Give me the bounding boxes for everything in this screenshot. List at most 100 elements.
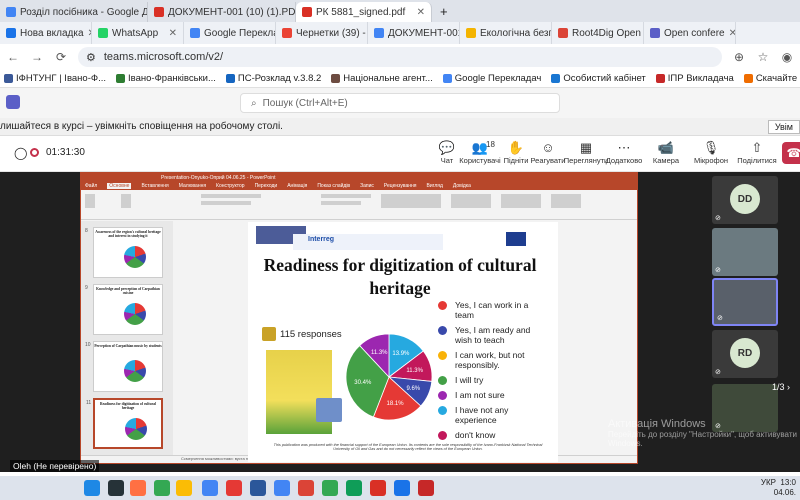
close-icon[interactable]: ✕ (169, 28, 177, 39)
browser-tab[interactable]: Root4Dig Open C✕ (552, 22, 644, 44)
ppt-menu-item[interactable]: Файл (85, 183, 97, 189)
control-label: Реагувати (530, 156, 566, 165)
profile-icon[interactable]: ◉ (780, 50, 794, 64)
muted-mic-icon: ⊘ (717, 315, 723, 322)
tab-label: РК 5881_signed.pdf (316, 6, 406, 18)
bookmark-item[interactable]: Особистий кабінет (551, 73, 646, 84)
slide-thumbnail[interactable]: 8 Awareness of the region's cultural heri… (85, 227, 163, 278)
browser-tab[interactable]: Google Перекладач✕ (184, 22, 276, 44)
taskbar-app-icon[interactable] (250, 480, 266, 496)
ppt-menu-item[interactable]: Вигляд (427, 183, 443, 189)
taskbar-app-icon[interactable] (154, 480, 170, 496)
bookmark-label: ПС-Розклад v.3.8.2 (237, 73, 322, 84)
ppt-menu-item[interactable]: Довідка (453, 183, 471, 189)
browser-tab-strip: Розділ посібника - Google Доку✕ДОКУМЕНТ-… (0, 0, 800, 22)
forward-icon[interactable]: → (30, 50, 44, 64)
tab-label: Google Перекладач (204, 27, 275, 39)
react-icon: ☺ (541, 140, 555, 155)
legend-label: I can work, but not responsibly. (455, 350, 525, 370)
leave-button[interactable]: ☎ (782, 142, 800, 164)
react-control[interactable]: ☺ Реагувати (528, 140, 568, 165)
legend-swatch (438, 431, 447, 440)
ppt-menu-item[interactable]: Показ слайдів (317, 183, 350, 189)
legend-swatch (438, 391, 447, 400)
participant-tile[interactable]: ⊘ (712, 228, 778, 276)
ppt-menu-item[interactable]: Запис (360, 183, 374, 189)
ppt-menu-item[interactable]: Переходи (255, 183, 278, 189)
taskbar-app-icon[interactable] (274, 480, 290, 496)
bookmark-item[interactable]: ІФНТУНГ | Івано-Ф... (4, 73, 106, 84)
windows-activation-watermark: Активація Windows Перейдіть до розділу "… (608, 418, 797, 448)
browser-tab[interactable]: РК 5881_signed.pdf ✕ (296, 2, 432, 22)
windows-taskbar: УКР 13:0 04.06. (0, 476, 800, 500)
star-icon[interactable]: ☆ (756, 50, 770, 64)
taskbar-app-icon[interactable] (202, 480, 218, 496)
participant-tile[interactable]: RD ⊘ (712, 330, 778, 378)
browser-tab[interactable]: Нова вкладка✕ (0, 22, 92, 44)
legend-item: I am not sure (438, 390, 548, 400)
bookmark-item[interactable]: ПС-Розклад v.3.8.2 (225, 73, 322, 84)
taskbar-app-icon[interactable] (346, 480, 362, 496)
search-input[interactable]: ⌕ Пошук (Ctrl+Alt+E) (240, 93, 560, 113)
bookmark-item[interactable]: Національне агент... (331, 73, 433, 84)
ppt-menu-item[interactable]: Рецензування (384, 183, 417, 189)
close-icon[interactable]: ✕ (417, 7, 425, 18)
ppt-menu-item[interactable]: Конструктор (216, 183, 245, 189)
taskbar-app-icon[interactable] (370, 480, 386, 496)
bookmark-label: Особистий кабінет (563, 73, 646, 84)
taskbar-app-icon[interactable] (176, 480, 192, 496)
bookmark-item[interactable]: Скачайте ваш пере... (743, 73, 800, 84)
mic-control[interactable]: 🎙 Мікрофон (691, 140, 731, 165)
browser-tab[interactable]: Розділ посібника - Google Доку✕ (0, 2, 148, 22)
browser-tab[interactable]: ДОКУМЕНТ-001 (10) (1).PDF✕ (148, 2, 296, 22)
control-label: Мікрофон (693, 156, 729, 165)
share-control[interactable]: ⇧ Поділитися (737, 140, 777, 165)
enable-notifications-button[interactable]: Увім (767, 119, 800, 134)
site-info-icon[interactable]: ⚙ (86, 51, 96, 64)
slide-thumbnail[interactable]: 10 Perception of Carpathian music by stud… (85, 341, 163, 392)
control-label: Додатково (605, 156, 643, 165)
new-tab-icon[interactable]: + (432, 4, 456, 19)
bookmark-item[interactable]: Google Перекладач (442, 73, 541, 84)
camera-control[interactable]: 📹 Камера (646, 140, 686, 165)
gallery-pager[interactable]: 1/3 › (772, 382, 790, 392)
ppt-menu-item[interactable]: Основне (107, 183, 132, 189)
pie-data-label: 11.3% (371, 350, 388, 356)
install-icon[interactable]: ⊕ (732, 50, 746, 64)
slide-thumbnails: 8 Awareness of the region's cultural heri… (81, 221, 173, 457)
view-control[interactable]: ▦ Переглянути (564, 140, 608, 165)
taskbar-app-icon[interactable] (84, 480, 100, 496)
close-icon[interactable]: ✕ (729, 28, 735, 39)
browser-tab[interactable]: Чернетки (39) - ✕ (276, 22, 368, 44)
ppt-ribbon (81, 190, 637, 220)
taskbar-app-icon[interactable] (394, 480, 410, 496)
tab-favicon-icon (302, 7, 312, 17)
slide-thumbnail[interactable]: 9 Knowledge and perception of Carpathian … (85, 284, 163, 335)
browser-tab[interactable]: Open confere ✕ (644, 22, 736, 44)
tab-favicon-icon (6, 28, 16, 38)
browser-tab[interactable]: ДОКУМЕНТ-001✕ (368, 22, 460, 44)
participant-tile[interactable]: DD ⊘ (712, 176, 778, 224)
taskbar-app-icon[interactable] (298, 480, 314, 496)
participant-tile[interactable]: ⊘ (712, 278, 778, 326)
url-field[interactable]: ⚙ teams.microsoft.com/v2/ (78, 47, 722, 67)
slide-thumbnail[interactable]: 11 Readiness for digitization of cultural… (86, 398, 163, 449)
reload-icon[interactable]: ⟳ (54, 50, 68, 64)
forms-logo-icon (262, 327, 276, 341)
ppt-menu-item[interactable]: Вставлення (141, 183, 168, 189)
browser-tab[interactable]: Екологічна безп✕ (460, 22, 552, 44)
people-control[interactable]: 👥 Користувачі 18 (459, 140, 500, 165)
more-control[interactable]: ⋯ Додатково (604, 140, 644, 165)
browser-tab[interactable]: WhatsApp ✕ (92, 22, 184, 44)
bookmark-item[interactable]: Івано-Франківськи... (116, 73, 216, 84)
bookmark-item[interactable]: ІПР Викладача (655, 73, 734, 84)
taskbar-app-icon[interactable] (418, 480, 434, 496)
taskbar-app-icon[interactable] (322, 480, 338, 496)
back-icon[interactable]: ← (6, 50, 20, 64)
taskbar-app-icon[interactable] (108, 480, 124, 496)
ppt-menu-item[interactable]: Анімація (287, 183, 307, 189)
tab-label: Екологічна безп (480, 27, 552, 39)
ppt-menu-item[interactable]: Малювання (179, 183, 206, 189)
taskbar-app-icon[interactable] (226, 480, 242, 496)
taskbar-app-icon[interactable] (130, 480, 146, 496)
